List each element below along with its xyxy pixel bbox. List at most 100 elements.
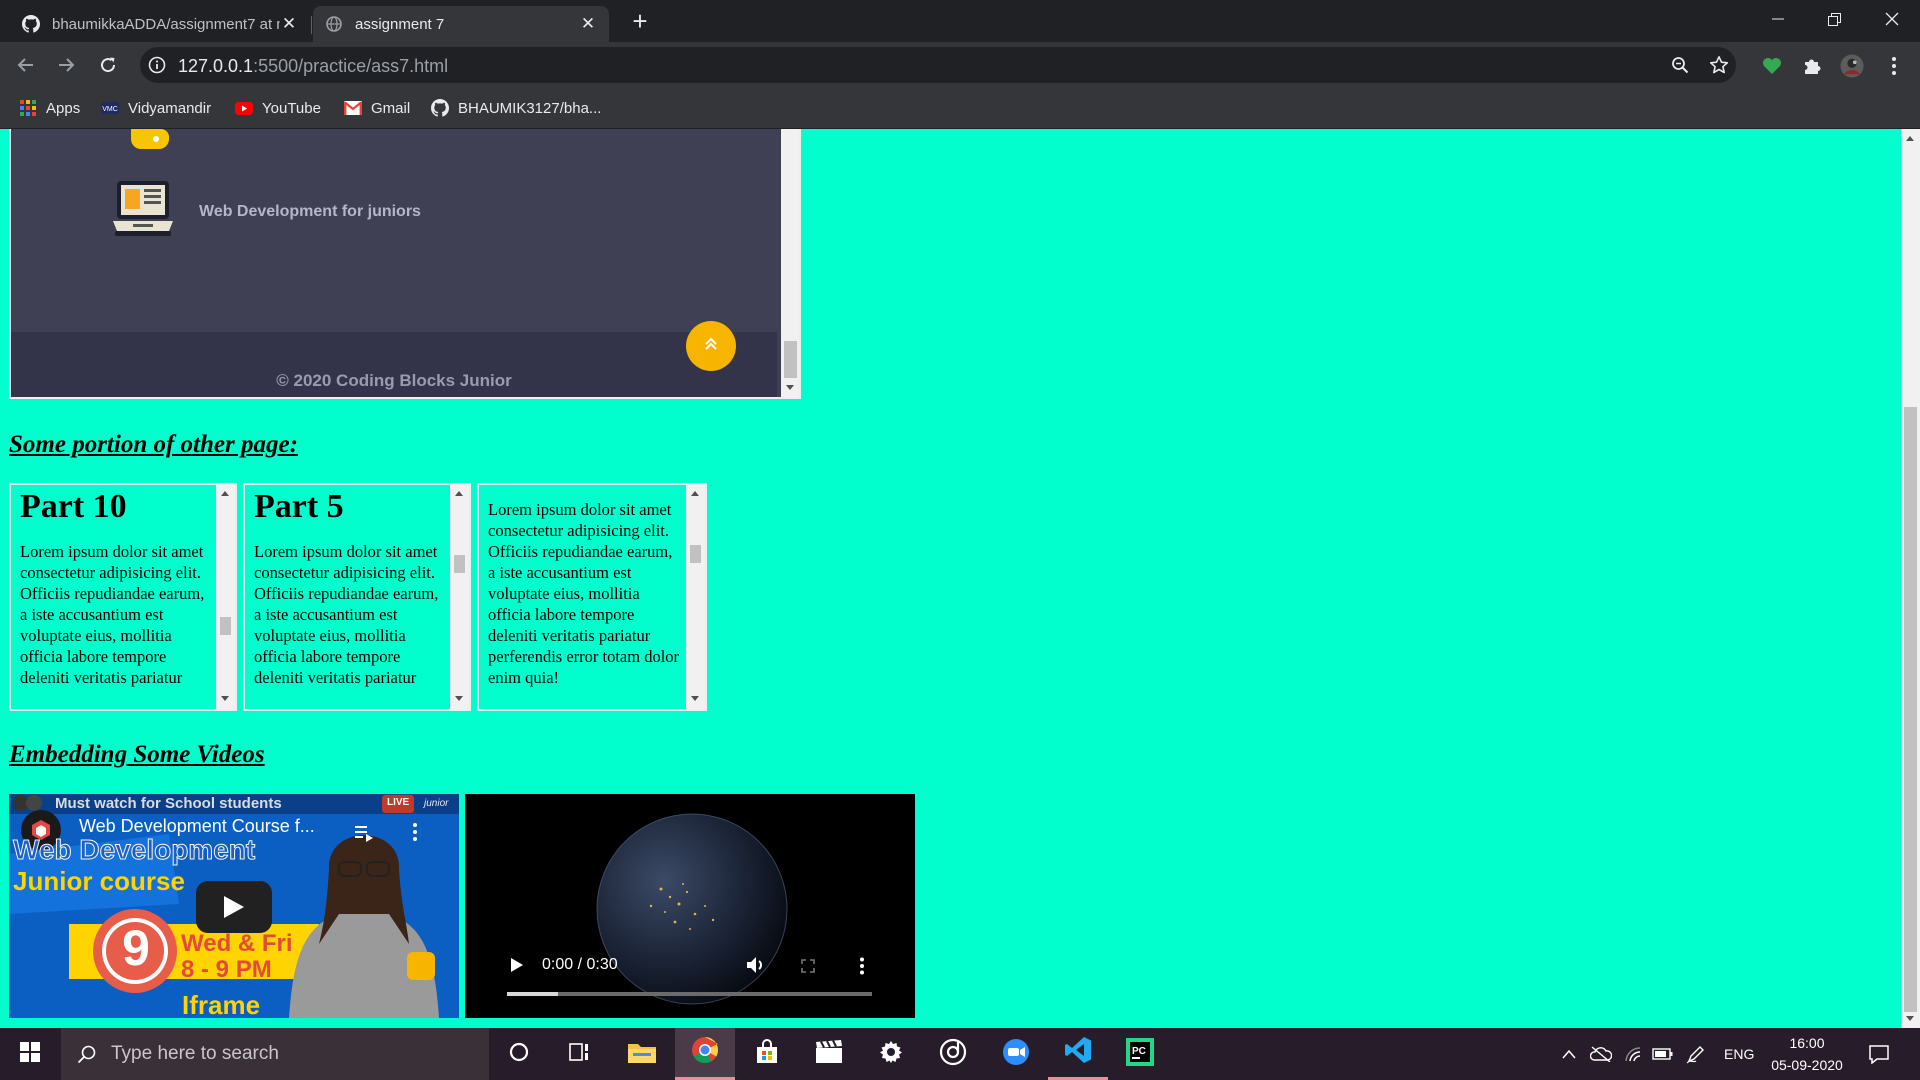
new-tab-button[interactable]: + [624, 6, 656, 38]
mini-iframe-part-5[interactable]: Part 5 Lorem ipsum dolor sit amet consec… [243, 483, 471, 711]
apps-grid-icon [19, 99, 37, 117]
bookmark-github[interactable]: BHAUMIK3127/bha... [431, 96, 601, 120]
html5-video-player[interactable]: 0:00 / 0:30 [465, 794, 915, 1018]
yt-badge-live: LIVE [387, 797, 410, 808]
battery-icon[interactable] [1652, 1042, 1674, 1066]
chrome-menu-icon[interactable] [1882, 54, 1906, 78]
taskbar-groove-music[interactable] [923, 1028, 983, 1080]
yt-play-button[interactable] [196, 881, 272, 933]
mini-scroll-thumb[interactable] [220, 617, 231, 635]
iframe-scroll-thumb[interactable] [784, 341, 797, 378]
watch-later-icon[interactable] [354, 824, 374, 847]
course-item[interactable]: Web Development for juniors [111, 177, 421, 246]
earth-video-frame [596, 813, 788, 1005]
scroll-down-arrow-icon[interactable] [455, 696, 463, 701]
taskbar-settings[interactable] [861, 1028, 921, 1080]
bookmark-apps[interactable]: Apps [19, 96, 80, 120]
mini-scroll-thumb[interactable] [454, 555, 465, 573]
volume-icon[interactable] [746, 956, 766, 979]
yt-thumb-line1: Web Development [12, 834, 256, 866]
language-indicator[interactable]: ENG [1724, 1042, 1754, 1066]
mini-scroll-thumb[interactable] [690, 545, 701, 563]
folder-icon [628, 1041, 656, 1068]
extensions-puzzle-icon[interactable] [1800, 54, 1824, 78]
taskbar-clock[interactable]: 16:00 05-09-2020 [1752, 1032, 1862, 1076]
tab-divider [311, 16, 312, 34]
scroll-up-arrow-icon[interactable] [691, 491, 699, 496]
site-info-icon[interactable] [148, 56, 166, 79]
fullscreen-icon[interactable] [801, 959, 815, 978]
address-bar[interactable]: 127.0.0.1:5500/practice/ass7.html [140, 47, 1736, 83]
bookmark-star-icon[interactable] [1709, 55, 1729, 75]
taskbar-store[interactable] [737, 1028, 797, 1080]
tray-show-hidden-icon[interactable] [1562, 1042, 1576, 1066]
windows-logo-icon [20, 1041, 40, 1067]
bookmark-youtube[interactable]: YouTube [235, 96, 321, 120]
task-view-button[interactable] [550, 1028, 610, 1080]
reload-button[interactable] [92, 49, 124, 81]
url-host: 127.0.0.1 [178, 56, 254, 76]
store-bag-icon [754, 1038, 780, 1070]
page-scroll-thumb[interactable] [1904, 407, 1917, 1012]
search-placeholder: Type here to search [111, 1043, 279, 1064]
taskbar-chrome[interactable] [675, 1028, 735, 1080]
tab-assignment-7[interactable]: assignment 7 ✕ [313, 6, 609, 42]
taskbar-pycharm[interactable]: PC [1110, 1028, 1170, 1080]
scroll-down-arrow-icon[interactable] [786, 385, 794, 390]
taskbar-search-box[interactable]: Type here to search [61, 1028, 489, 1080]
tab-github[interactable]: bhaumikkaADDA/assignment7 at master ✕ [10, 6, 310, 42]
back-button[interactable] [10, 49, 42, 81]
taskbar-video-editor[interactable] [799, 1028, 859, 1080]
onedrive-offline-icon[interactable] [1590, 1042, 1612, 1066]
yt-video-title[interactable]: Web Development Course f... [79, 816, 315, 837]
scroll-to-top-button[interactable] [686, 321, 736, 371]
close-window-button[interactable] [1864, 0, 1920, 38]
video-progress-track[interactable] [507, 992, 872, 996]
taskbar-file-explorer[interactable] [612, 1028, 672, 1080]
minimize-button[interactable] [1750, 0, 1806, 38]
notification-center-icon[interactable] [1868, 1042, 1890, 1066]
zoom-icon[interactable] [1670, 55, 1690, 75]
taskbar-zoom[interactable] [986, 1028, 1046, 1080]
scroll-up-arrow-icon[interactable] [1906, 136, 1914, 141]
iframe-scrollbar[interactable] [781, 129, 799, 397]
task-view-cortana-button[interactable] [489, 1028, 549, 1080]
part-text: Lorem ipsum dolor sit amet consectetur a… [254, 542, 439, 687]
mini-frame-scrollbar[interactable] [686, 485, 705, 709]
youtube-embed[interactable]: Must watch for School students LIVE juni… [9, 794, 459, 1018]
part-text: Lorem ipsum dolor sit amet consectetur a… [488, 500, 680, 687]
yt-caption: Iframe [182, 990, 261, 1018]
close-tab-icon[interactable]: ✕ [280, 14, 298, 34]
mini-frame-scrollbar[interactable] [450, 485, 469, 709]
clock-time: 16:00 [1789, 1035, 1825, 1051]
scroll-down-arrow-icon[interactable] [691, 696, 699, 701]
chrome-icon [691, 1036, 719, 1069]
mini-frame-scrollbar[interactable] [216, 485, 235, 709]
scroll-down-arrow-icon[interactable] [221, 696, 229, 701]
forward-button[interactable] [50, 49, 82, 81]
scroll-up-arrow-icon[interactable] [221, 491, 229, 496]
music-disc-icon [939, 1038, 967, 1071]
profile-avatar[interactable] [1840, 54, 1864, 78]
bookmark-vidyamandir[interactable]: VMC Vidyamandir [101, 96, 211, 120]
task-view-icon [569, 1042, 591, 1067]
start-button[interactable] [0, 1028, 60, 1080]
taskbar-vscode[interactable] [1048, 1028, 1108, 1080]
bookmark-gmail[interactable]: Gmail [344, 96, 410, 120]
scroll-up-arrow-icon[interactable] [455, 491, 463, 496]
restore-button[interactable] [1806, 0, 1862, 38]
video-play-icon[interactable] [511, 958, 523, 977]
video-more-icon[interactable] [859, 957, 865, 980]
page-scrollbar[interactable] [1901, 129, 1920, 1028]
yt-schedule-time: 8 - 9 PM [181, 956, 272, 983]
network-wifi-icon[interactable] [1624, 1042, 1644, 1066]
heart-extension-icon[interactable] [1760, 54, 1784, 78]
close-tab-icon[interactable]: ✕ [579, 14, 597, 34]
more-options-icon[interactable] [412, 822, 418, 847]
scroll-down-arrow-icon[interactable] [1906, 1016, 1914, 1021]
mini-iframe-lorem[interactable]: Lorem ipsum dolor sit amet consectetur a… [477, 483, 707, 711]
pycharm-icon: PC [1126, 1037, 1154, 1071]
pen-ink-icon[interactable] [1686, 1042, 1706, 1066]
youtube-icon [235, 99, 253, 117]
mini-iframe-part-10[interactable]: Part 10 Lorem ipsum dolor sit amet conse… [9, 483, 237, 711]
